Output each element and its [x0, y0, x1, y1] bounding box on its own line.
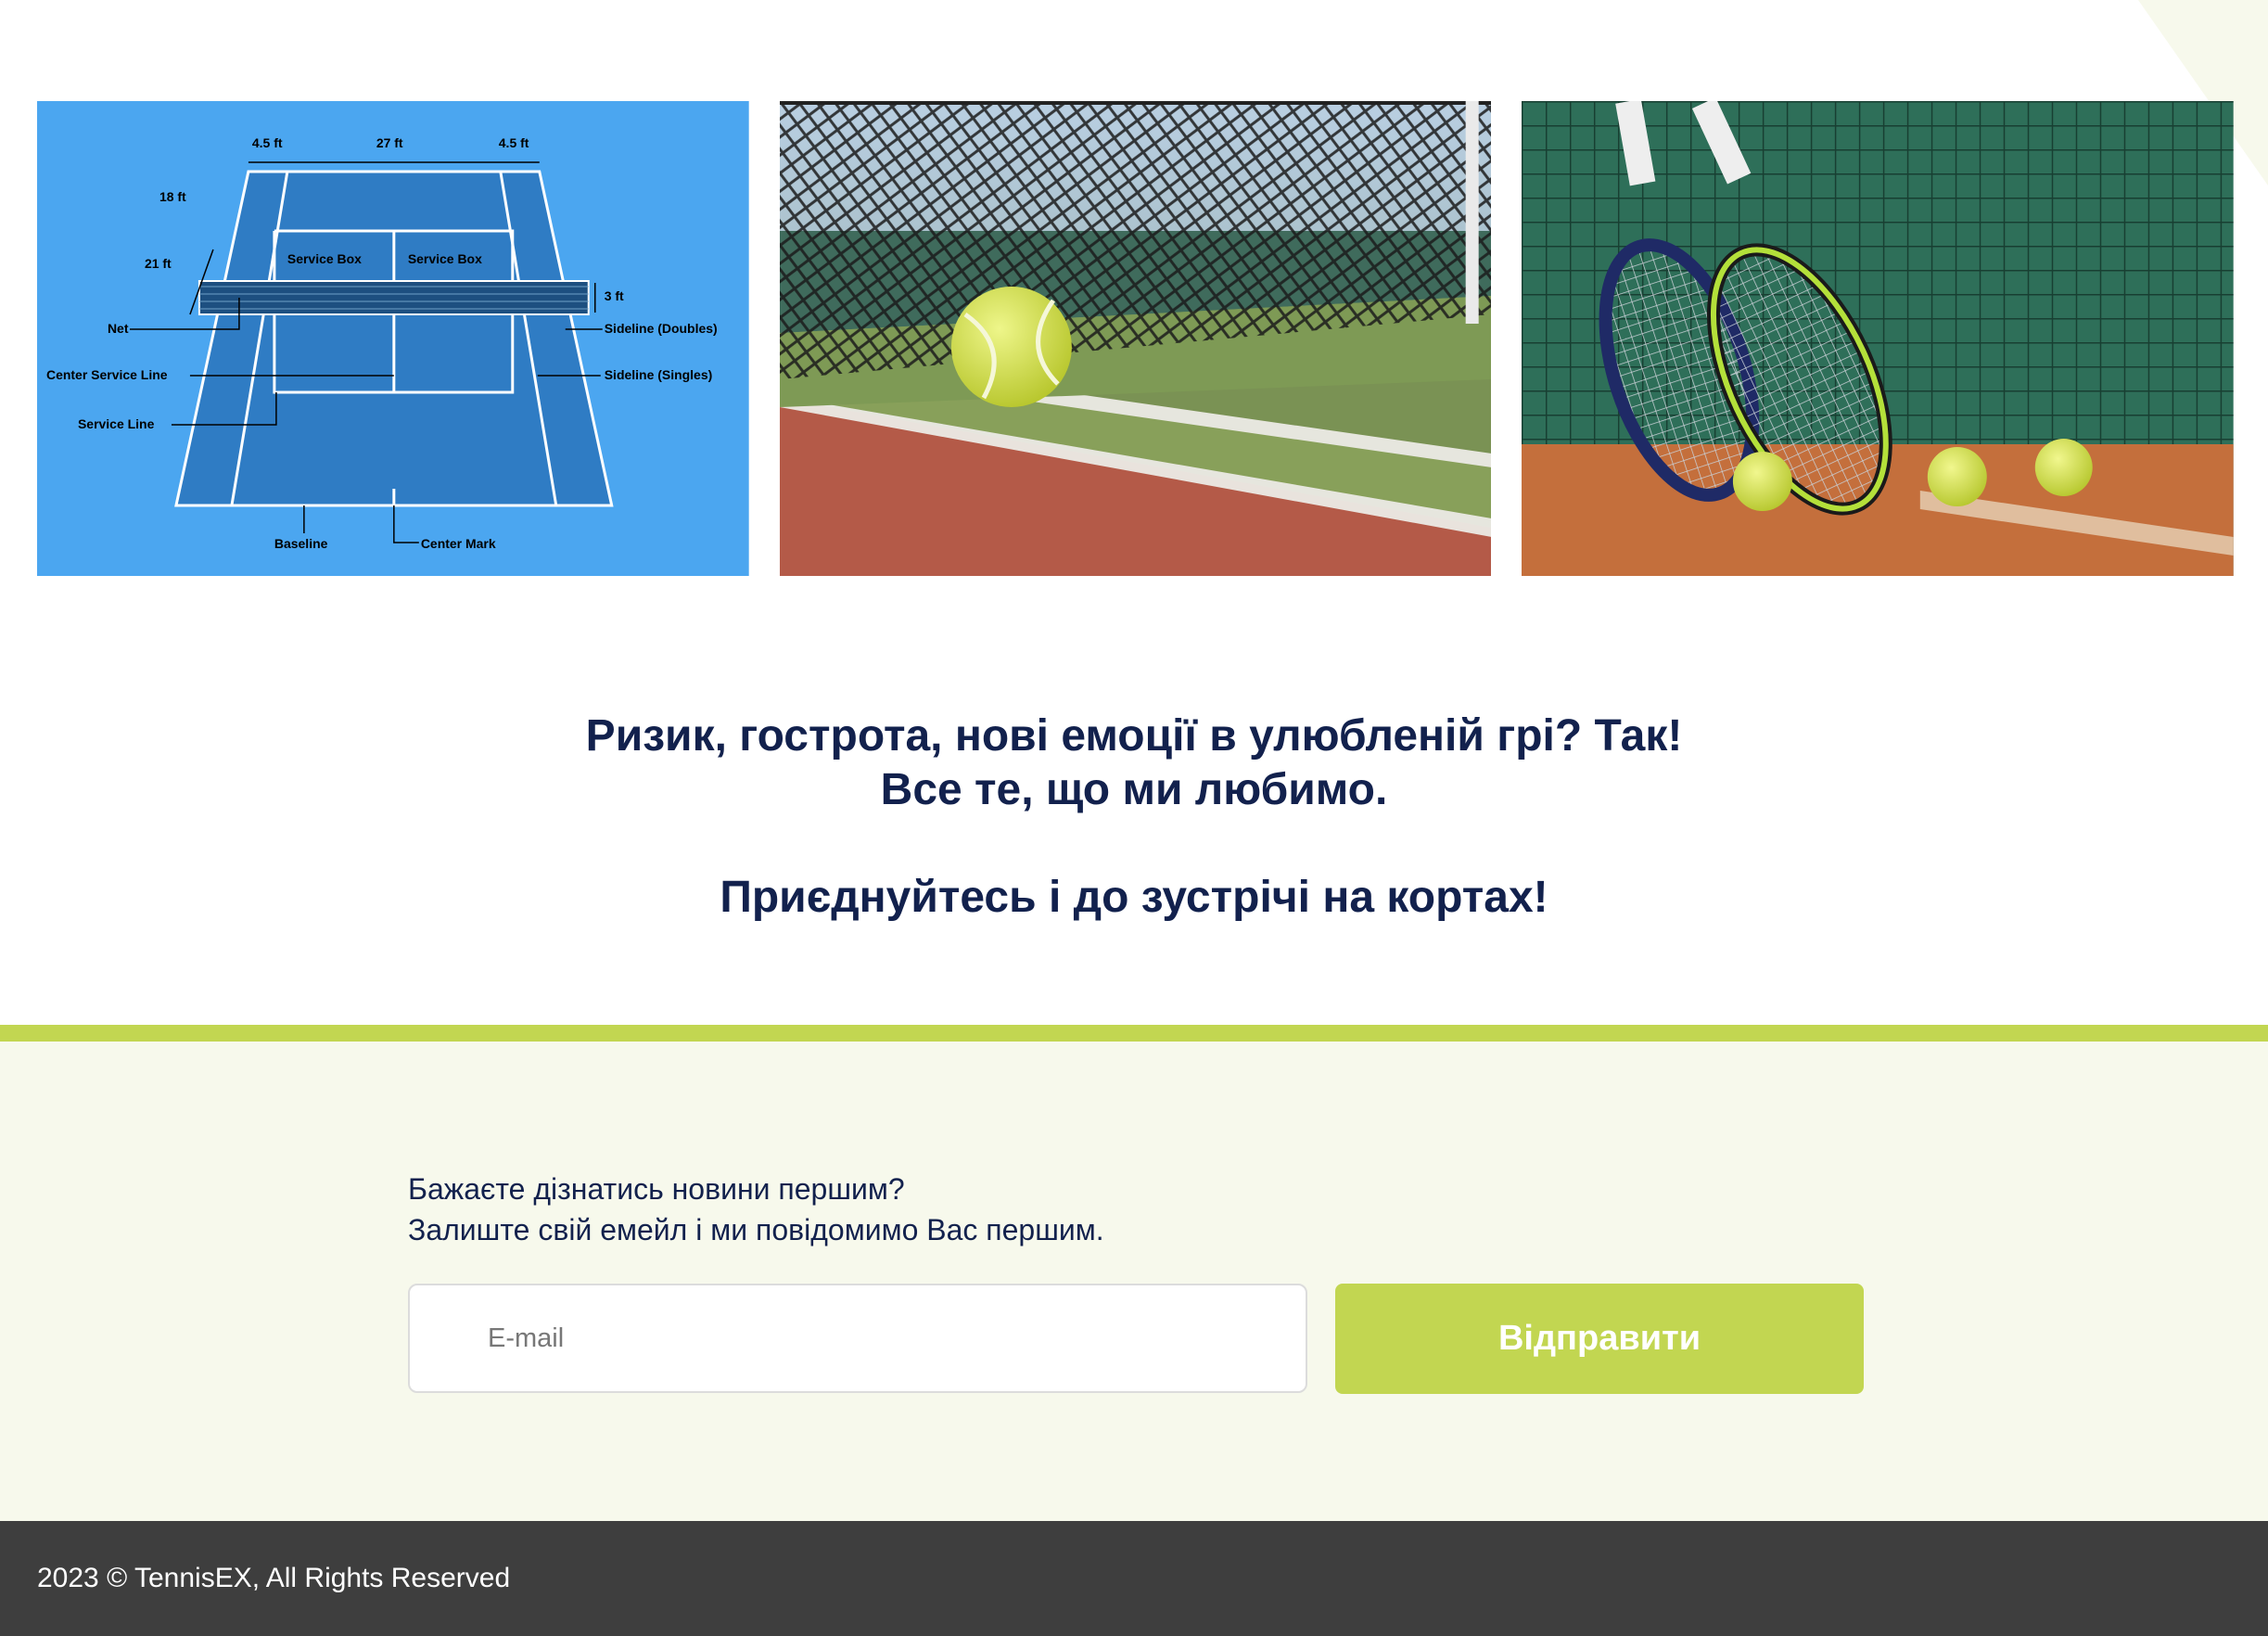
tennis-ball-net-photo — [779, 101, 1492, 576]
service-line-label: Service Line — [78, 416, 155, 431]
service-box-right-label: Service Box — [408, 251, 482, 266]
baseline-label: Baseline — [274, 536, 328, 551]
footer: 2023 © TennisEX, All Rights Reserved — [0, 1521, 2268, 1636]
email-field[interactable] — [408, 1284, 1307, 1393]
dim-21-label: 21 ft — [145, 256, 172, 271]
headline-line-1: Ризик, гострота, нові емоції в улюбленій… — [585, 711, 1683, 760]
net-label: Net — [108, 321, 129, 336]
center-mark-label: Center Mark — [421, 536, 496, 551]
newsletter-text: Бажаєте дізнатись новини першим? Залиште… — [408, 1169, 1104, 1250]
promo-headline: Ризик, гострота, нові емоції в улюбленій… — [0, 709, 2268, 925]
newsletter-line-1: Бажаєте дізнатись новини першим? — [408, 1172, 905, 1206]
section-divider — [0, 1025, 2268, 1042]
dim-left-label: 4.5 ft — [252, 135, 283, 150]
tennis-court-diagram-image: 4.5 ft 27 ft 4.5 ft 18 ft 21 ft 3 ft Ser… — [37, 101, 749, 576]
copyright-text: 2023 © TennisEX, All Rights Reserved — [37, 1563, 511, 1593]
newsletter-section: Бажаєте дізнатись новини першим? Залиште… — [0, 1042, 2268, 1521]
sideline-singles-label: Sideline (Singles) — [605, 367, 713, 382]
headline-line-2: Все те, що ми любимо. — [880, 765, 1388, 814]
submit-button[interactable]: Відправити — [1335, 1284, 1864, 1394]
sideline-doubles-label: Sideline (Doubles) — [605, 321, 718, 336]
dim-right-label: 4.5 ft — [499, 135, 529, 150]
dim-center-label: 27 ft — [376, 135, 403, 150]
newsletter-line-2: Залиште свій емейл і ми повідомимо Вас п… — [408, 1213, 1104, 1246]
service-box-left-label: Service Box — [287, 251, 362, 266]
image-gallery: 4.5 ft 27 ft 4.5 ft 18 ft 21 ft 3 ft Ser… — [37, 101, 2235, 577]
headline-line-3: Приєднуйтесь і до зустрічі на кортах! — [720, 873, 1548, 922]
center-service-line-label: Center Service Line — [46, 367, 168, 382]
dim-net-height-label: 3 ft — [605, 288, 624, 303]
dim-18-label: 18 ft — [159, 189, 186, 204]
rackets-balls-photo — [1522, 101, 2235, 576]
